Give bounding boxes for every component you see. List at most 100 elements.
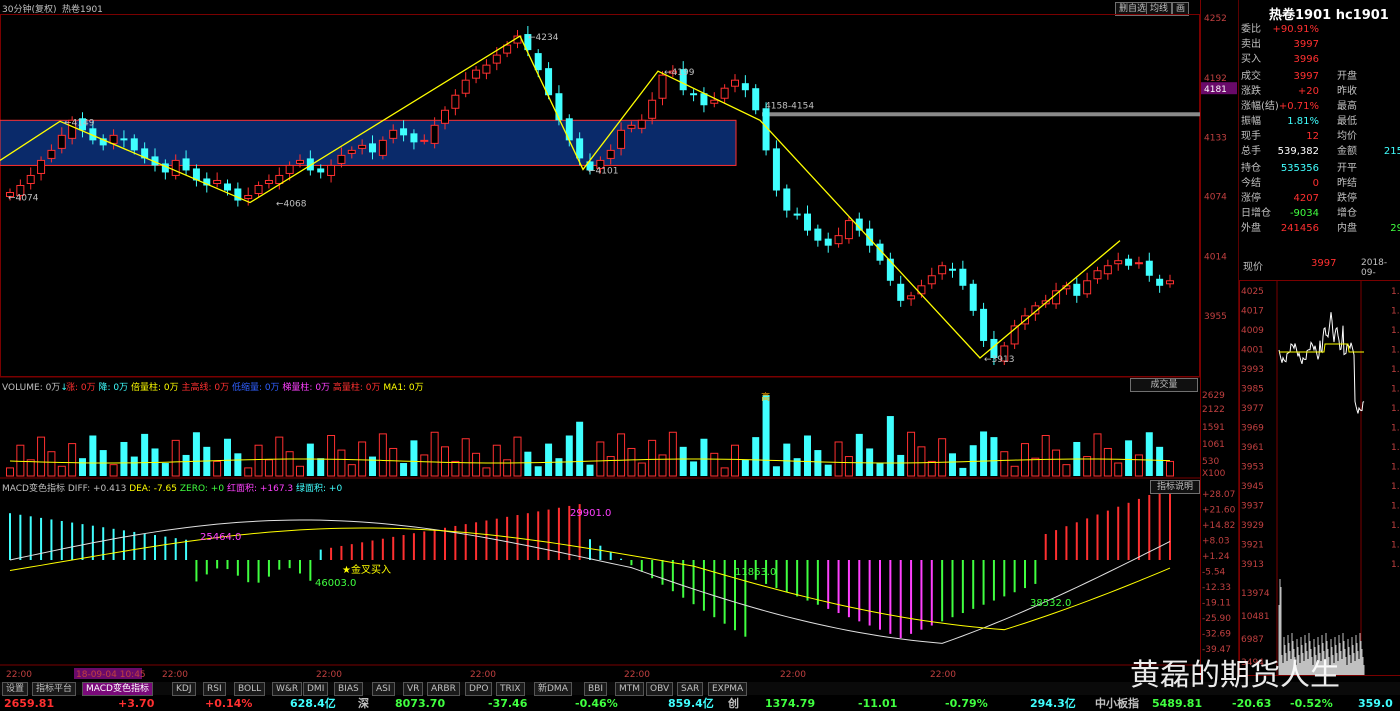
volume-bar	[1134, 454, 1143, 477]
macd-tick: -12.33	[1202, 583, 1231, 593]
macd-histogram-bar	[309, 560, 312, 581]
quote-row: 现手 12 均价	[1241, 129, 1400, 144]
indicator-tab[interactable]: SAR	[677, 682, 704, 696]
candle-body-up	[1166, 280, 1174, 285]
indicator-tab[interactable]: W&R	[272, 682, 303, 696]
quote-panel: 热卷1901 hc1901 委比 +90.91% 卖出 3997 买入 3996 成交 399…	[1238, 0, 1400, 680]
macd-annotation: 29901.0	[570, 508, 611, 519]
macd-histogram-bar	[930, 560, 933, 626]
macd-annotation: 46003.0	[315, 578, 356, 589]
macd-diff-line	[9, 519, 1171, 644]
golden-cross-label: ★金叉买入	[342, 563, 391, 576]
indicator-tab[interactable]: RSI	[203, 682, 226, 696]
macd-histogram-bar	[713, 560, 716, 618]
quote-cell: 委比	[1241, 24, 1261, 35]
candle-body-down	[772, 148, 780, 191]
quote-cell: 12	[1306, 131, 1319, 142]
status-bar: 2659.81 +3.70 +0.14% 628.4亿 深 8073.70 -3…	[0, 696, 1400, 711]
volume-legend-item: 涨: 0万	[66, 383, 99, 393]
volume-bar	[969, 445, 977, 476]
volume-bar	[752, 437, 760, 476]
candle-body-down	[804, 213, 811, 231]
candle-body-up	[358, 144, 367, 149]
indicator-tab[interactable]: BIAS	[334, 682, 363, 696]
candle-body-up	[658, 74, 667, 99]
macd-histogram-bar	[879, 560, 881, 630]
volume-bar	[337, 449, 346, 477]
macd-histogram-bar	[464, 524, 467, 560]
candle-body-up	[492, 54, 501, 64]
candle-body-down	[410, 133, 418, 143]
volume-bar	[1156, 446, 1164, 476]
volume-bar	[606, 456, 615, 477]
macd-histogram-bar	[267, 560, 270, 577]
indicator-tab[interactable]: 指标平台	[32, 682, 77, 696]
zxb-index: 5489.81	[1152, 697, 1203, 710]
volume-bar	[400, 463, 408, 476]
macd-histogram-bar	[889, 560, 892, 634]
indicator-help-button[interactable]: 指标说明	[1150, 480, 1200, 494]
indicator-tab[interactable]: OBV	[646, 682, 674, 696]
volume-bar	[306, 443, 314, 476]
candle-body-down	[824, 238, 832, 246]
zone-label: 4158-4154	[765, 101, 814, 111]
indicator-tab[interactable]: MACD变色指标	[82, 682, 153, 696]
candle-body-down	[949, 268, 956, 271]
quote-cell: 总手	[1241, 146, 1261, 157]
quote-cell: 215	[1383, 146, 1400, 157]
volume-bar	[358, 441, 367, 477]
indicator-tab[interactable]: BBI	[584, 682, 608, 696]
macd-tick: +21.60	[1202, 506, 1236, 516]
quote-cell: 最高	[1337, 101, 1357, 112]
quote-cell: 外盘	[1241, 223, 1261, 234]
volume-button[interactable]: 成交量	[1130, 378, 1198, 392]
mini-price-tick: 4009	[1241, 326, 1264, 336]
indicator-tab[interactable]: DMI	[303, 682, 329, 696]
indicator-tab[interactable]: BOLL	[234, 682, 266, 696]
main-chart-area[interactable]: 30分钟(复权) 热卷1901 删自选 均线 画 4158-4154 ←4234 ←…	[0, 0, 1200, 680]
sz-label: 深	[358, 697, 369, 710]
indicator-tab[interactable]: 设置	[2, 682, 29, 696]
quote-cell: +90.91%	[1272, 24, 1319, 35]
macd-histogram-bar	[19, 514, 22, 560]
macd-histogram-bar	[71, 522, 74, 560]
macd-histogram-bar	[257, 560, 260, 583]
macd-histogram-bar	[785, 560, 788, 593]
indicator-tab[interactable]: KDJ	[172, 682, 196, 696]
volume-bar	[317, 458, 325, 476]
indicator-tab[interactable]: TRIX	[496, 682, 525, 696]
volume-bar	[1062, 464, 1071, 477]
volume-bar	[213, 460, 222, 477]
quote-cell: 535356	[1280, 163, 1319, 174]
macd-histogram-bar	[299, 560, 301, 574]
candle-body-down	[576, 138, 584, 159]
quote-cell: 539,382	[1277, 146, 1319, 157]
indicator-tab[interactable]: MTM	[615, 682, 645, 696]
macd-histogram-bar	[154, 535, 156, 560]
volume-bar	[1103, 447, 1112, 477]
indicator-tab[interactable]: DPO	[465, 682, 493, 696]
cy-label: 创	[728, 697, 739, 710]
indicator-tab[interactable]: ARBR	[427, 682, 460, 696]
indicator-tab[interactable]: EXPMA	[708, 682, 748, 696]
indicator-tab[interactable]: 新DMA	[534, 682, 572, 696]
candle-body-up	[389, 129, 398, 139]
candle-body-down	[741, 83, 749, 91]
volume-bar	[555, 458, 563, 476]
candle-body-up	[420, 139, 429, 142]
zxb-pct: -0.52%	[1290, 697, 1333, 710]
mini-price-tick: 3977	[1241, 404, 1264, 414]
indicator-tab[interactable]: VR	[403, 682, 424, 696]
quote-cell: 0	[1312, 178, 1319, 189]
price-axis: 4252 4192 4181 4133 4074 4014 3955 2629 2122 1591…	[1200, 0, 1238, 680]
candle-body-down	[1125, 258, 1133, 266]
indicator-tab[interactable]: ASI	[372, 682, 395, 696]
candle-body-down	[1156, 278, 1164, 286]
macd-histogram-bar	[682, 560, 685, 598]
volume-bar	[264, 459, 273, 477]
volume-bar	[855, 433, 863, 476]
volume-bar	[834, 441, 843, 477]
macd-histogram-bar	[185, 539, 188, 560]
time-label: 18-09-04 10:45	[76, 670, 146, 680]
cy-pct: -0.79%	[945, 697, 988, 710]
